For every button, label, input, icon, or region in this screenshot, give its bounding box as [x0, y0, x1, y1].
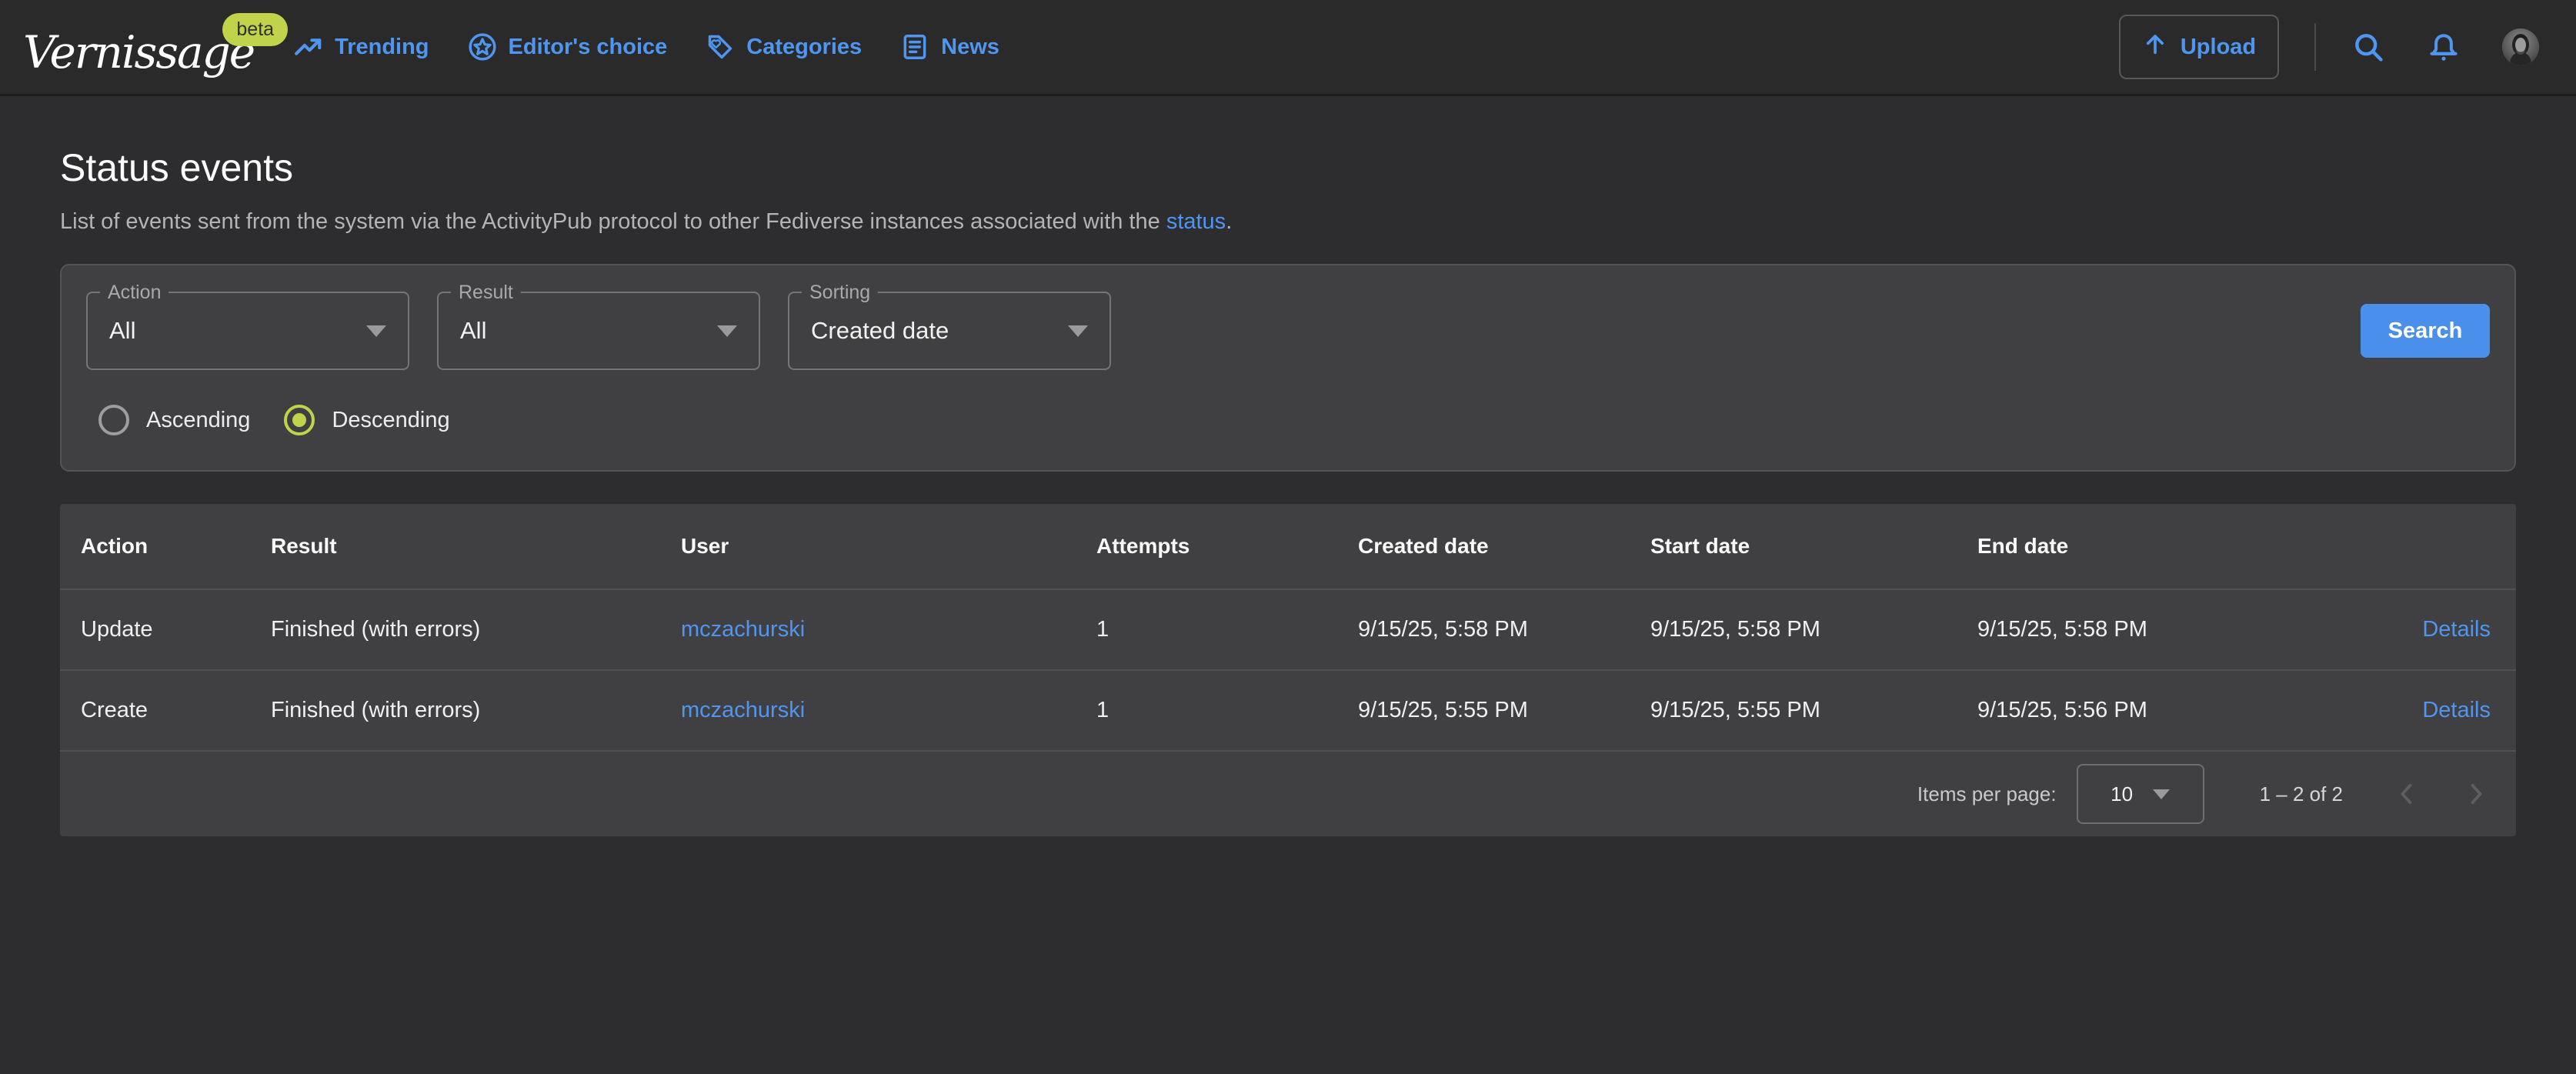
- items-per-page-label: Items per page:: [1917, 782, 2057, 806]
- action-select[interactable]: Action All: [86, 292, 409, 370]
- topbar: Vernissage beta Trending Editor's choice: [0, 0, 2576, 96]
- bell-icon[interactable]: [2427, 30, 2461, 64]
- trending-up-icon: [294, 32, 323, 62]
- nav-item-trending[interactable]: Trending: [294, 32, 429, 62]
- main-content: Status events List of events sent from t…: [0, 147, 2576, 836]
- sorting-select-label: Sorting: [802, 281, 878, 304]
- nav-item-news[interactable]: News: [900, 32, 999, 62]
- cell-details: Details: [2308, 698, 2491, 723]
- radio-ascending[interactable]: Ascending: [98, 405, 250, 435]
- cell-action: Update: [81, 617, 271, 642]
- items-per-page-value: 10: [2111, 782, 2133, 806]
- chevron-left-icon[interactable]: [2392, 779, 2421, 809]
- cell-result: Finished (with errors): [271, 617, 681, 642]
- radio-circle-icon: [284, 405, 315, 435]
- nav-label: Trending: [335, 35, 429, 60]
- col-header-created-date: Created date: [1358, 534, 1650, 559]
- action-select-value: All: [109, 317, 135, 345]
- col-header-end-date: End date: [1977, 534, 2308, 559]
- news-icon: [900, 32, 929, 62]
- chevron-down-icon: [1068, 325, 1088, 337]
- topbar-divider: [2314, 23, 2316, 71]
- beta-badge: beta: [222, 13, 288, 46]
- nav-item-categories[interactable]: Categories: [706, 32, 862, 62]
- col-header-result: Result: [271, 534, 681, 559]
- nav-item-editors-choice[interactable]: Editor's choice: [468, 32, 668, 62]
- cell-attempts: 1: [1096, 698, 1358, 723]
- cell-start-date: 9/15/25, 5:55 PM: [1650, 698, 1977, 723]
- user-link[interactable]: mczachurski: [681, 617, 805, 642]
- col-header-start-date: Start date: [1650, 534, 1977, 559]
- cell-result: Finished (with errors): [271, 698, 681, 723]
- result-select-label: Result: [451, 281, 521, 304]
- result-select-value: All: [460, 317, 486, 345]
- chevron-down-icon: [366, 325, 386, 337]
- cell-attempts: 1: [1096, 617, 1358, 642]
- nav-label: News: [941, 35, 999, 60]
- upload-icon: [2142, 31, 2168, 63]
- cell-user: mczachurski: [681, 617, 1096, 642]
- table-row: Create Finished (with errors) mczachursk…: [60, 669, 2516, 750]
- cell-user: mczachurski: [681, 698, 1096, 723]
- items-per-page-select[interactable]: 10: [2077, 764, 2204, 824]
- description-period: .: [1226, 209, 1232, 234]
- nav-label: Editor's choice: [509, 35, 668, 60]
- user-link[interactable]: mczachurski: [681, 698, 805, 722]
- tag-heart-icon: [706, 32, 735, 62]
- cell-end-date: 9/15/25, 5:58 PM: [1977, 617, 2308, 642]
- sort-order-radios: Ascending Descending: [86, 398, 2490, 442]
- col-header-user: User: [681, 534, 1096, 559]
- status-events-table: Action Result User Attempts Created date…: [60, 504, 2516, 836]
- star-circle-icon: [468, 32, 497, 62]
- col-header-attempts: Attempts: [1096, 534, 1358, 559]
- vernissage-logo[interactable]: Vernissage beta: [23, 19, 254, 75]
- details-link[interactable]: Details: [2422, 617, 2491, 642]
- filter-panel: Action All Result All Sorting Created da…: [60, 264, 2516, 472]
- table-header-row: Action Result User Attempts Created date…: [60, 504, 2516, 589]
- sorting-select-value: Created date: [811, 317, 949, 345]
- cell-created-date: 9/15/25, 5:58 PM: [1358, 617, 1650, 642]
- table-row: Update Finished (with errors) mczachursk…: [60, 589, 2516, 669]
- chevron-down-icon: [717, 325, 737, 337]
- logo-text: Vernissage: [23, 19, 254, 75]
- cell-action: Create: [81, 698, 271, 723]
- cell-end-date: 9/15/25, 5:56 PM: [1977, 698, 2308, 723]
- details-link[interactable]: Details: [2422, 698, 2491, 722]
- chevron-right-icon[interactable]: [2461, 779, 2491, 809]
- filter-fields-row: Action All Result All Sorting Created da…: [86, 292, 2490, 370]
- sorting-select[interactable]: Sorting Created date: [788, 292, 1111, 370]
- cell-details: Details: [2308, 617, 2491, 642]
- result-select[interactable]: Result All: [437, 292, 760, 370]
- chevron-down-icon: [2153, 789, 2170, 799]
- avatar[interactable]: [2502, 28, 2539, 65]
- radio-ascending-label: Ascending: [146, 408, 250, 433]
- radio-circle-icon: [98, 405, 129, 435]
- cell-created-date: 9/15/25, 5:55 PM: [1358, 698, 1650, 723]
- search-button[interactable]: Search: [2361, 304, 2490, 358]
- main-nav: Trending Editor's choice Categories: [294, 32, 999, 62]
- radio-descending[interactable]: Descending: [284, 405, 449, 435]
- upload-button[interactable]: Upload: [2119, 15, 2279, 79]
- paginator: Items per page: 10 1 – 2 of 2: [60, 750, 2516, 836]
- topbar-actions: Upload: [2119, 15, 2539, 79]
- status-link[interactable]: status: [1166, 209, 1226, 234]
- col-header-action: Action: [81, 534, 271, 559]
- upload-label: Upload: [2181, 35, 2256, 60]
- page-description: List of events sent from the system via …: [60, 209, 2516, 235]
- nav-label: Categories: [746, 35, 862, 60]
- radio-dot: [292, 413, 306, 427]
- page-title: Status events: [60, 147, 2516, 189]
- action-select-label: Action: [100, 281, 169, 304]
- cell-start-date: 9/15/25, 5:58 PM: [1650, 617, 1977, 642]
- description-text: List of events sent from the system via …: [60, 209, 1166, 234]
- search-icon[interactable]: [2351, 30, 2385, 64]
- page-range-label: 1 – 2 of 2: [2260, 782, 2343, 806]
- radio-descending-label: Descending: [332, 408, 449, 433]
